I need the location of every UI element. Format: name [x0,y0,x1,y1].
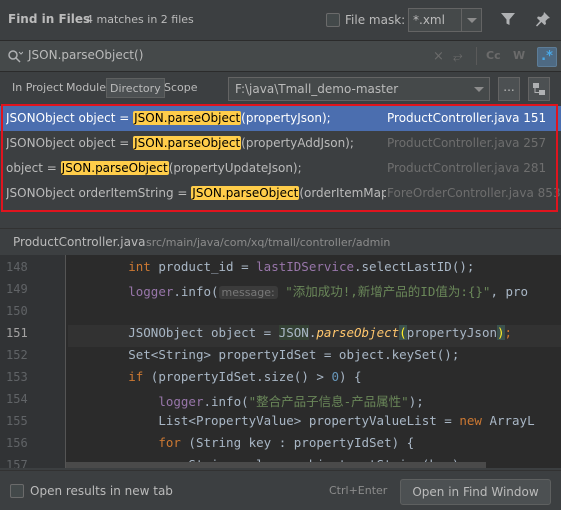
line-number: 149 [6,282,28,296]
regex-toggle[interactable]: .* [537,47,557,67]
code-line: List<PropertyValue> propertyValueList = … [158,413,535,428]
match-highlight: JSON.parseObject [133,111,242,125]
filter-icon[interactable] [500,11,516,27]
code-line: if (propertyIdSet.size() > 0) { [128,369,362,384]
search-row: JSON.parseObject() × ⥂ Cc W .* [0,40,561,72]
recursive-icon[interactable] [528,77,550,101]
line-gutter: 148 149 150 151 152 153 154 155 156 157 [0,255,66,468]
line-number: 157 [6,458,28,468]
match-highlight: JSON.parseObject [60,161,169,175]
shortcut-hint: Ctrl+Enter [329,484,388,497]
browse-button[interactable]: ... [498,77,520,101]
newline-icon[interactable]: ⥂ [453,49,463,64]
tab-module[interactable]: Module [66,81,106,94]
file-mask-value: *.xml [413,13,445,27]
match-highlight: JSON.parseObject [133,136,242,150]
chevron-down-icon[interactable] [461,9,481,31]
result-code: JSONObject object = JSON.parseObject(pro… [6,136,354,150]
result-file: ProductController.java 151 [387,111,547,125]
directory-combo[interactable]: F:\java\Tmall_demo-master [228,77,490,101]
dialog-title: Find in Files [8,12,91,26]
result-code: object = JSON.parseObject(propertyUpdate… [6,161,302,175]
preview-file-name: ProductController.java [13,235,146,249]
match-highlight: JSON.parseObject [191,186,300,200]
tab-in-project[interactable]: In Project [12,81,63,94]
dialog-footer: Open results in new tab Ctrl+Enter Open … [0,470,561,510]
horizontal-scrollbar[interactable] [66,462,486,468]
match-case-toggle[interactable]: Cc [486,49,501,62]
open-in-new-tab-label: Open results in new tab [30,484,173,498]
chevron-down-icon[interactable] [469,78,489,100]
preview-header: ProductController.java src/main/java/com… [0,228,561,254]
open-in-new-tab-checkbox[interactable] [10,484,24,498]
search-icon[interactable] [7,49,23,63]
code-preview[interactable]: 148 149 150 151 152 153 154 155 156 157 … [0,255,561,468]
result-code: JSONObject orderItemString = JSON.parseO… [6,186,386,200]
result-row[interactable]: JSONObject orderItemString = JSON.parseO… [0,181,561,206]
result-file: ProductController.java 281 [387,161,547,175]
code-line: logger.info(message: "添加成功!,新增产品的ID值为:{}… [128,284,529,299]
result-file: ForeOrderController.java 853 [387,186,561,200]
results-list: JSONObject object = JSON.parseObject(pro… [0,104,561,214]
result-row[interactable]: object = JSON.parseObject(propertyUpdate… [0,156,561,181]
result-file: ProductController.java 257 [387,136,547,150]
line-number: 155 [6,414,28,428]
divider [476,47,477,65]
line-number: 156 [6,436,28,450]
code-line: logger.info("整合产品子信息-产品属性"); [158,394,424,409]
line-number: 150 [6,304,28,318]
file-mask-checkbox[interactable] [326,13,340,27]
code-line: Set<String> propertyIdSet = object.keySe… [128,347,460,362]
scope-row: In Project Module Directory Scope F:\jav… [0,72,561,104]
line-number: 151 [6,326,28,340]
result-code: JSONObject object = JSON.parseObject(pro… [6,111,331,125]
whole-words-toggle[interactable]: W [513,49,525,62]
code-line: for (String key : propertyIdSet) { [158,435,415,450]
tab-scope[interactable]: Scope [164,81,198,94]
file-mask-label: File mask: [345,13,406,27]
parameter-hint: message: [218,286,278,299]
line-number: 153 [6,370,28,384]
code-line-current: JSONObject object = JSON.parseObject(pro… [68,325,561,347]
dialog-header: Find in Files 4 matches in 2 files File … [0,0,561,40]
search-input[interactable]: JSON.parseObject() [28,48,143,62]
clear-icon[interactable]: × [433,49,444,64]
result-row[interactable]: JSONObject object = JSON.parseObject(pro… [0,106,561,131]
line-number: 154 [6,392,28,406]
file-mask-combo[interactable]: *.xml [408,8,482,32]
open-in-find-window-button[interactable]: Open in Find Window [400,479,551,505]
tab-directory[interactable]: Directory [106,78,165,98]
line-number: 152 [6,348,28,362]
result-row[interactable]: JSONObject object = JSON.parseObject(pro… [0,131,561,156]
match-count: 4 matches in 2 files [86,13,194,26]
directory-value: F:\java\Tmall_demo-master [235,82,399,96]
code-line: int product_id = lastIDService.selectLas… [128,259,475,274]
pin-icon[interactable] [535,11,551,27]
preview-file-path: src/main/java/com/xq/tmall/controller/ad… [146,236,391,249]
line-number: 148 [6,260,28,274]
